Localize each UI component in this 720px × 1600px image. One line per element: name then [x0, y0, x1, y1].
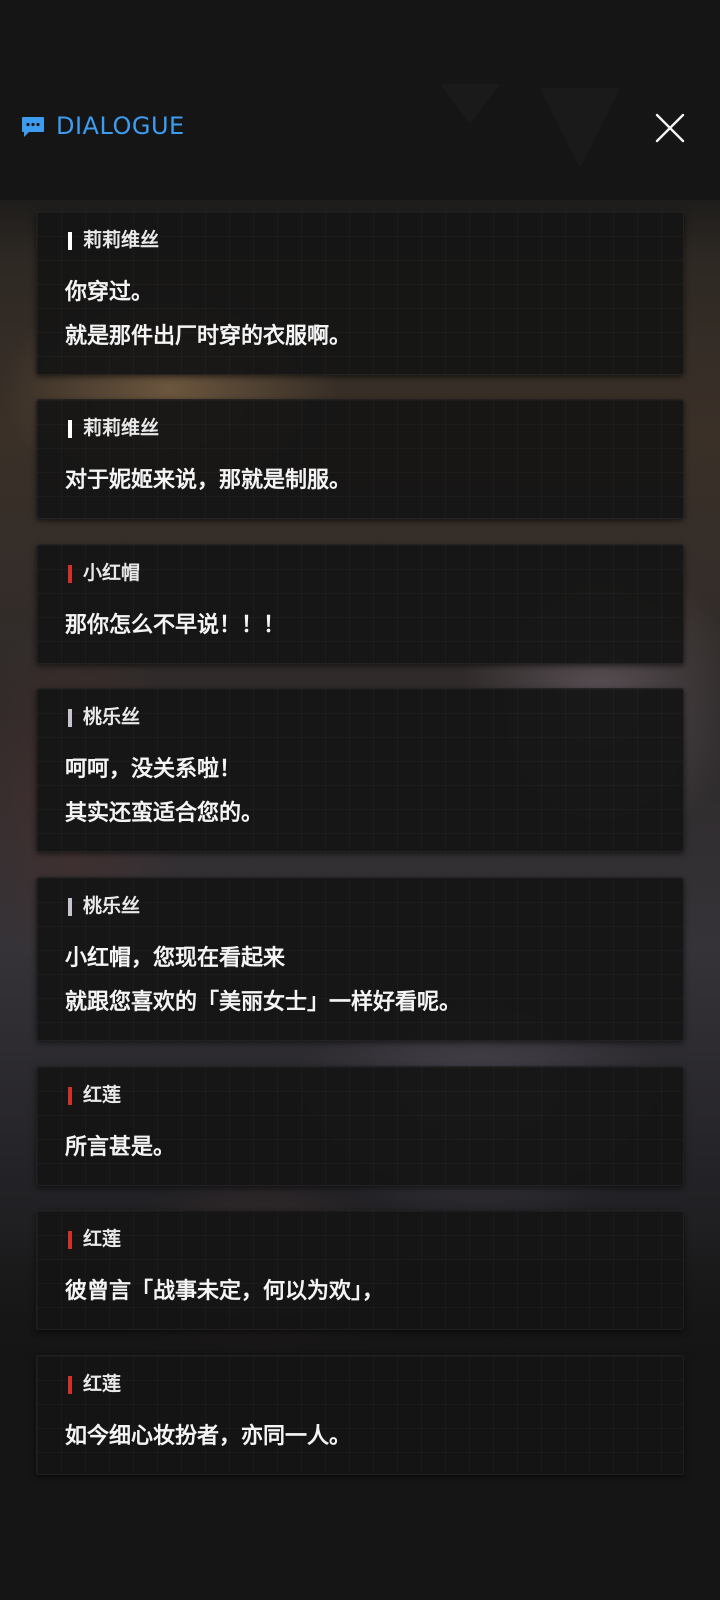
speaker-color-mark [68, 565, 72, 583]
dialogue-log-screen: DIALOGUE 莉莉维丝 你穿过。 就是那件出厂时穿的衣服啊。 莉莉维丝 对于… [0, 0, 720, 1600]
chat-bubble-icon [22, 117, 44, 137]
dialogue-entry: 红莲 彼曾言「战事未定，何以为欢」， [36, 1210, 684, 1330]
speaker-name: 小红帽 [83, 562, 141, 584]
dialogue-line: 对于妮姬来说，那就是制服。 [65, 468, 352, 493]
speaker-name: 莉莉维丝 [83, 417, 160, 439]
dialogue-header: DIALOGUE [0, 100, 720, 156]
speaker-name: 桃乐丝 [83, 706, 141, 728]
dialogue-line: 你穿过。 [65, 280, 154, 305]
speaker-color-mark [68, 420, 72, 438]
dialogue-entry: 红莲 如今细心妆扮者，亦同一人。 [36, 1355, 684, 1475]
dialogue-line: 小红帽，您现在看起来 [65, 946, 286, 971]
dialogue-title: DIALOGUE [56, 112, 185, 140]
speaker-name: 莉莉维丝 [83, 229, 160, 251]
speaker-name: 红莲 [83, 1228, 122, 1250]
dialogue-entry: 桃乐丝 小红帽，您现在看起来 就跟您喜欢的「美丽女士」一样好看呢。 [36, 877, 684, 1041]
dialogue-line: 其实还蛮适合您的。 [65, 801, 264, 826]
speaker-name: 桃乐丝 [83, 895, 141, 917]
dialogue-line: 所言甚是。 [65, 1135, 176, 1160]
speaker-name: 红莲 [83, 1373, 122, 1395]
dialogue-entry: 红莲 所言甚是。 [36, 1066, 684, 1186]
dialogue-entry: 莉莉维丝 你穿过。 就是那件出厂时穿的衣服啊。 [36, 211, 684, 375]
speaker-color-mark [68, 709, 72, 727]
speaker-color-mark [68, 232, 72, 250]
speaker-color-mark [68, 898, 72, 916]
close-icon[interactable] [650, 108, 690, 148]
dialogue-line: 就跟您喜欢的「美丽女士」一样好看呢。 [65, 990, 462, 1015]
dialogue-line: 就是那件出厂时穿的衣服啊。 [65, 324, 352, 349]
dialogue-entry: 小红帽 那你怎么不早说！！！ [36, 544, 684, 664]
speaker-name: 红莲 [83, 1084, 122, 1106]
speaker-color-mark [68, 1376, 72, 1394]
dialogue-entry: 莉莉维丝 对于妮姬来说，那就是制服。 [36, 399, 684, 519]
speaker-color-mark [68, 1087, 72, 1105]
dialogue-line: 呵呵，没关系啦！ [65, 757, 242, 782]
speaker-color-mark [68, 1231, 72, 1249]
dialogue-line: 如今细心妆扮者，亦同一人。 [65, 1424, 352, 1449]
dialogue-line: 那你怎么不早说！！！ [65, 613, 286, 638]
dialogue-entry: 桃乐丝 呵呵，没关系啦！ 其实还蛮适合您的。 [36, 688, 684, 852]
dialogue-line: 彼曾言「战事未定，何以为欢」， [65, 1279, 385, 1304]
